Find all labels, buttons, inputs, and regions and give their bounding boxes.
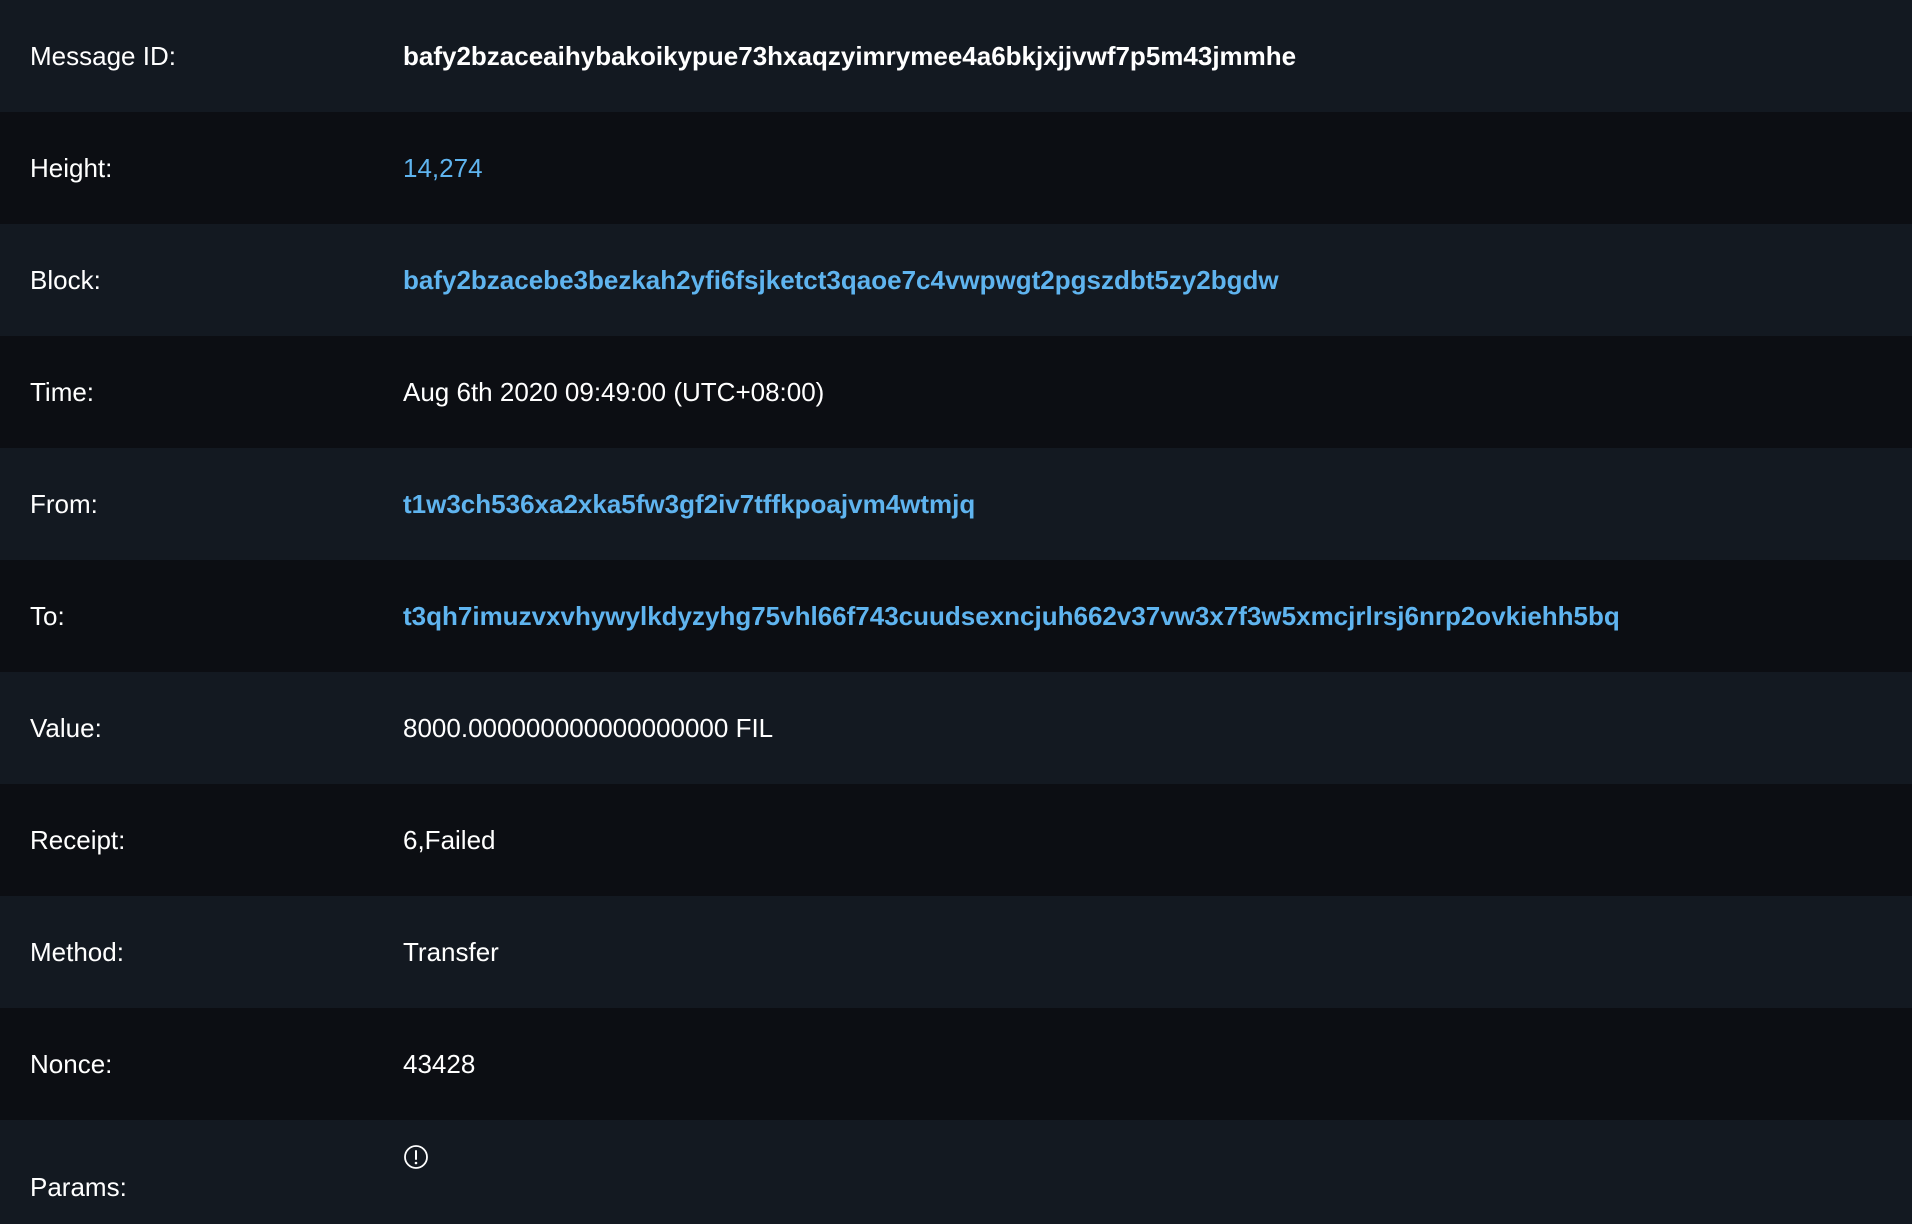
row-time: Time: Aug 6th 2020 09:49:00 (UTC+08:00) xyxy=(0,336,1912,448)
row-from: From: t1w3ch536xa2xka5fw3gf2iv7tffkpoajv… xyxy=(0,448,1912,560)
receipt-label: Receipt: xyxy=(30,824,126,855)
row-to: To: t3qh7imuzvxvhywylkdyzyhg75vhl66f743c… xyxy=(0,560,1912,672)
info-circle-icon[interactable] xyxy=(403,1144,429,1177)
message-id-label: Message ID: xyxy=(30,40,176,71)
params-label: Params: xyxy=(30,1172,127,1202)
nonce-value: 43428 xyxy=(403,1048,476,1079)
value-label: Value: xyxy=(30,712,102,743)
time-value: Aug 6th 2020 09:49:00 (UTC+08:00) xyxy=(403,376,825,407)
message-detail-table: Message ID: bafy2bzaceaihybakoikypue73hx… xyxy=(0,0,1912,1224)
row-method: Method: Transfer xyxy=(0,896,1912,1008)
height-label: Height: xyxy=(30,152,113,183)
row-height: Height: 14,274 xyxy=(0,112,1912,224)
block-label: Block: xyxy=(30,264,101,295)
time-label: Time: xyxy=(30,376,95,407)
from-label: From: xyxy=(30,488,98,519)
from-address-link[interactable]: t1w3ch536xa2xka5fw3gf2iv7tffkpoajvm4wtmj… xyxy=(403,489,975,520)
nonce-label: Nonce: xyxy=(30,1048,113,1079)
to-address-link[interactable]: t3qh7imuzvxvhywylkdyzyhg75vhl66f743cuuds… xyxy=(403,601,1620,632)
row-receipt: Receipt: 6,Failed xyxy=(0,784,1912,896)
receipt-value: 6,Failed xyxy=(403,824,496,855)
message-id-value: bafy2bzaceaihybakoikypue73hxaqzyimrymee4… xyxy=(403,40,1297,71)
row-params: Params: xyxy=(0,1120,1912,1224)
row-block: Block: bafy2bzacebe3bezkah2yfi6fsjketct3… xyxy=(0,224,1912,336)
height-link[interactable]: 14,274 xyxy=(403,153,483,184)
value-amount: 8000.000000000000000000 FIL xyxy=(403,712,774,743)
row-nonce: Nonce: 43428 xyxy=(0,1008,1912,1120)
method-label: Method: xyxy=(30,936,124,967)
row-value: Value: 8000.000000000000000000 FIL xyxy=(0,672,1912,784)
to-label: To: xyxy=(30,600,65,631)
block-link[interactable]: bafy2bzacebe3bezkah2yfi6fsjketct3qaoe7c4… xyxy=(403,265,1279,296)
method-value: Transfer xyxy=(403,936,499,967)
row-message-id: Message ID: bafy2bzaceaihybakoikypue73hx… xyxy=(0,0,1912,112)
